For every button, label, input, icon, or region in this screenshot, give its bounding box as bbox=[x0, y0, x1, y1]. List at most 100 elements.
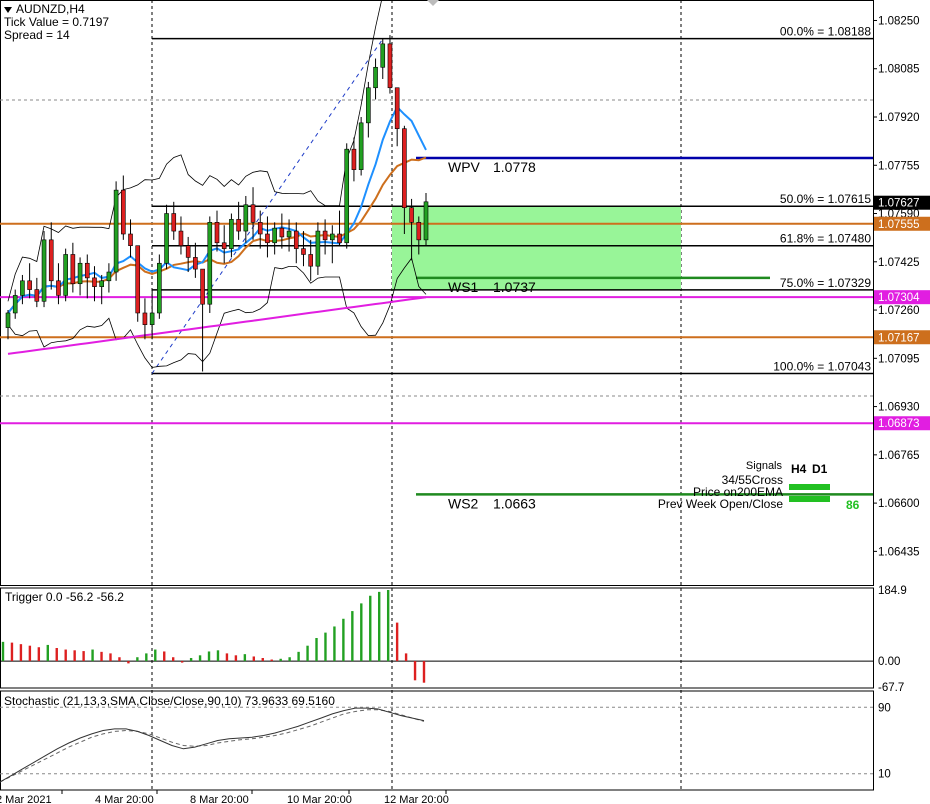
trigger-pane-border bbox=[0, 587, 874, 689]
price-tick-label-5: 1.07425 bbox=[878, 257, 920, 269]
trigger-tick-label-0: 184.9 bbox=[878, 585, 907, 597]
candle-body bbox=[20, 280, 25, 296]
candle-body bbox=[301, 248, 306, 255]
candle-body bbox=[164, 213, 169, 264]
stochastic-tick-label-0: 90 bbox=[878, 702, 891, 714]
candle-body bbox=[214, 222, 220, 244]
candle-body bbox=[229, 219, 234, 249]
price-tick-label-8: 1.06930 bbox=[878, 402, 920, 414]
candle-body bbox=[106, 271, 112, 282]
candle-body bbox=[56, 280, 61, 296]
candle-body bbox=[358, 122, 364, 170]
price-tag-4: 1.06873 bbox=[878, 418, 920, 430]
signals-col-h4: H4 bbox=[791, 462, 807, 476]
candle-body bbox=[128, 233, 133, 246]
candle-body bbox=[337, 233, 342, 244]
trigger-title: Trigger 0.0 -56.2 -56.2 bbox=[5, 590, 124, 604]
candle-body bbox=[265, 233, 270, 244]
candle-body bbox=[373, 66, 378, 89]
time-tick-label-4: 12 Mar 20:00 bbox=[384, 794, 449, 804]
candle-body bbox=[70, 254, 76, 285]
signals-extra: 86 bbox=[846, 498, 860, 512]
candle-body bbox=[185, 245, 191, 258]
candle-body bbox=[416, 222, 422, 241]
signal-bar-1 bbox=[789, 496, 830, 502]
candle-body bbox=[113, 189, 119, 273]
pivot-name-ws2: WS2 bbox=[448, 495, 479, 511]
price-tick-label-3: 1.07755 bbox=[878, 160, 920, 172]
candle-body bbox=[330, 233, 335, 241]
price-tick-label-2: 1.07920 bbox=[878, 112, 920, 124]
candle-body bbox=[221, 242, 227, 249]
candle-body bbox=[34, 289, 40, 302]
candle-body bbox=[308, 254, 313, 267]
stochastic-title: Stochastic (21,13,3,SMA,Close/Close,90,1… bbox=[4, 694, 335, 708]
candle-body bbox=[48, 239, 54, 282]
candle-body bbox=[27, 280, 32, 290]
price-tag-0: 1.07627 bbox=[878, 198, 920, 210]
candle-body bbox=[12, 295, 18, 314]
candle-body bbox=[171, 213, 177, 232]
candle-body bbox=[423, 201, 429, 241]
price-tick-label-10: 1.06600 bbox=[878, 498, 920, 510]
candle-body bbox=[157, 262, 162, 314]
candle-body bbox=[135, 245, 141, 314]
candle-body bbox=[63, 254, 68, 296]
candle-body bbox=[402, 128, 407, 208]
price-tick-label-11: 1.06435 bbox=[878, 546, 920, 558]
candle-body bbox=[387, 43, 393, 89]
candle-body bbox=[380, 43, 386, 68]
candle-body bbox=[77, 262, 83, 285]
fib-label-4: 100.0% = 1.07043 bbox=[773, 360, 871, 374]
fib-label-3: 75.0% = 1.07329 bbox=[780, 276, 871, 290]
candle-body bbox=[250, 204, 256, 223]
pivot-value-wpv: 1.0778 bbox=[493, 159, 536, 175]
candle-body bbox=[279, 227, 285, 238]
signals-col-d1: D1 bbox=[812, 462, 828, 476]
candle-body bbox=[293, 230, 299, 249]
pivot-name-wpv: WPV bbox=[448, 159, 481, 175]
candle-body bbox=[193, 257, 198, 270]
fib-label-2: 61.8% = 1.07480 bbox=[780, 232, 871, 246]
candle-body bbox=[243, 204, 249, 232]
candle-body bbox=[121, 189, 126, 235]
candle-body bbox=[315, 230, 321, 267]
stochastic-tick-label-1: 10 bbox=[878, 769, 891, 781]
candle-body bbox=[207, 222, 213, 305]
price-tag-3: 1.07167 bbox=[878, 332, 920, 344]
price-tick-label-0: 1.08250 bbox=[878, 15, 920, 27]
price-tick-label-9: 1.06765 bbox=[878, 450, 920, 462]
candle-body bbox=[394, 87, 400, 130]
time-tick-label-3: 10 Mar 20:00 bbox=[287, 794, 352, 804]
signals-row-2: Prev Week Open/Close bbox=[658, 497, 783, 511]
candle-body bbox=[366, 87, 371, 124]
candle-body bbox=[351, 148, 357, 170]
pivot-name-ws1: WS1 bbox=[448, 279, 479, 295]
candle-body bbox=[92, 277, 97, 287]
price-chart[interactable]: 00.0% = 1.08188 50.0% = 1.07615 61.8% = 1.… bbox=[0, 0, 930, 804]
scroll-marker-icon bbox=[427, 0, 439, 6]
price-tick-label-7: 1.07095 bbox=[878, 353, 920, 365]
time-tick-label-0: 2 Mar 2021 bbox=[0, 794, 52, 804]
candle-body bbox=[409, 207, 414, 223]
trigger-tick-label-2: -67.7 bbox=[878, 682, 904, 694]
candle-body bbox=[286, 230, 292, 238]
candle-body bbox=[257, 222, 263, 235]
time-tick-label-1: 4 Mar 20:00 bbox=[95, 794, 154, 804]
stochastic-main-line bbox=[0, 707, 425, 783]
signals-title: Signals bbox=[746, 460, 783, 472]
candle-body bbox=[5, 312, 11, 328]
fib-label-0: 00.0% = 1.08188 bbox=[780, 25, 871, 39]
candle-body bbox=[84, 262, 90, 279]
pivot-value-ws2: 1.0663 bbox=[493, 495, 536, 511]
pivot-value-ws1: 1.0737 bbox=[493, 279, 536, 295]
trigger-tick-label-1: 0.00 bbox=[878, 656, 900, 668]
candle-body bbox=[178, 230, 184, 246]
candle-body bbox=[236, 219, 241, 232]
candle-body bbox=[41, 239, 47, 302]
candle-body bbox=[344, 148, 350, 244]
candle-body bbox=[200, 268, 205, 305]
candle-body bbox=[99, 280, 104, 287]
signal-bar-0 bbox=[789, 484, 830, 490]
candle-body bbox=[322, 230, 328, 241]
